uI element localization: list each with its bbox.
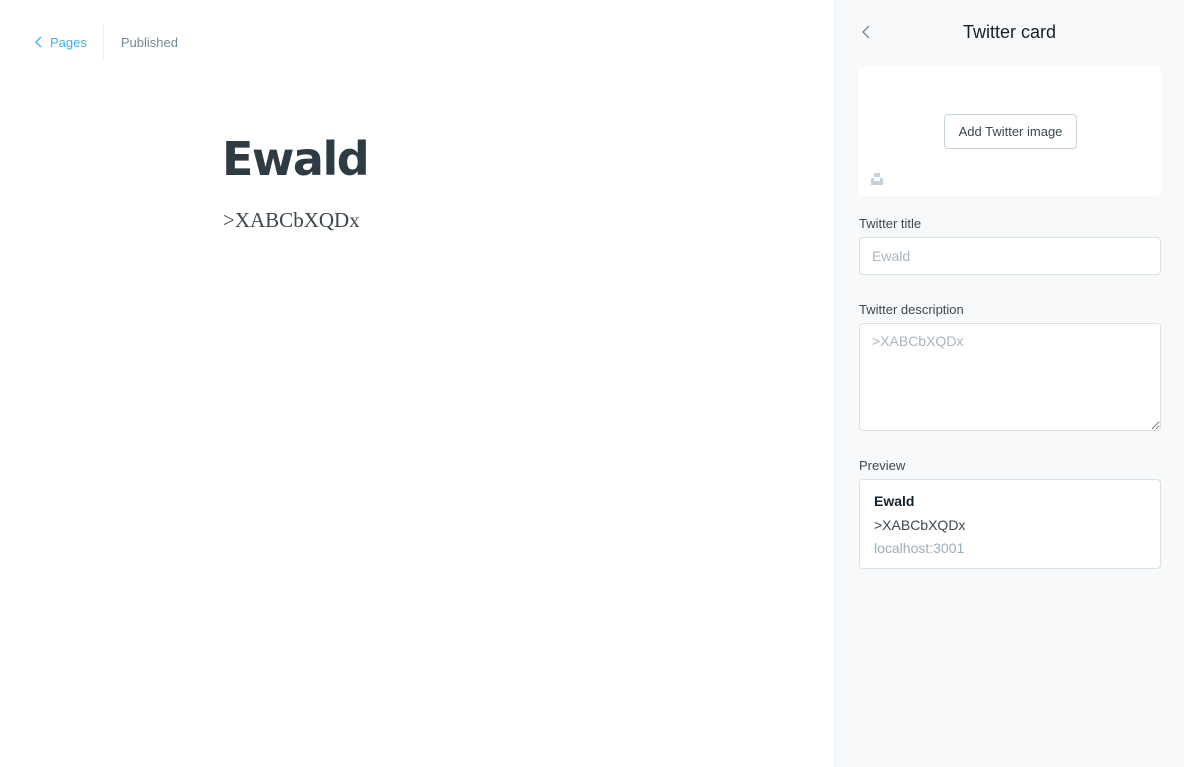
post-title[interactable]: Ewald: [222, 132, 370, 186]
twitter-image-upload: Add Twitter image: [859, 66, 1161, 196]
post-status: Published: [120, 34, 178, 50]
unsplash-icon[interactable]: [870, 172, 884, 186]
twitter-card-menu: Twitter card Add Twitter image Twitter t…: [834, 0, 1184, 767]
preview-url: localhost:3001: [874, 540, 965, 556]
preview-title: Ewald: [874, 493, 915, 509]
back-to-pages-link[interactable]: Pages: [34, 24, 103, 60]
preview-label: Preview: [859, 458, 906, 473]
editor-topbar: Pages Published: [34, 24, 178, 60]
twitter-title-input[interactable]: [859, 237, 1161, 275]
twitter-title-label: Twitter title: [859, 216, 922, 231]
back-link-label: Pages: [50, 34, 87, 50]
chevron-left-icon: [35, 36, 42, 48]
menu-header: Twitter card: [835, 0, 1184, 66]
twitter-description-input[interactable]: [859, 323, 1161, 431]
post-body[interactable]: >XABCbXQDx: [223, 208, 360, 233]
twitter-description-label: Twitter description: [859, 302, 964, 317]
twitter-preview-card: Ewald >XABCbXQDx localhost:3001: [859, 479, 1161, 569]
preview-description: >XABCbXQDx: [874, 517, 966, 533]
add-twitter-image-button[interactable]: Add Twitter image: [944, 114, 1077, 149]
menu-title: Twitter card: [962, 22, 1057, 42]
editor-pane: Pages Published Ewald >XABCbXQDx: [0, 0, 834, 767]
